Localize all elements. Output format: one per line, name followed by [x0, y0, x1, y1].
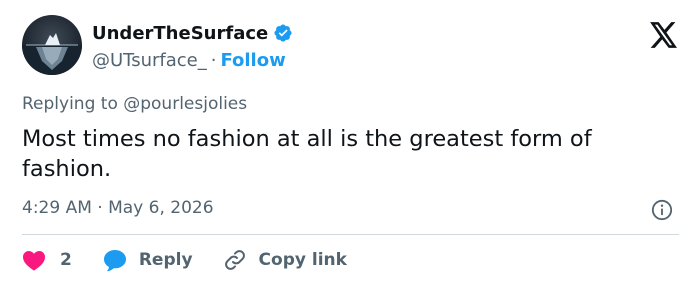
info-icon[interactable] [651, 199, 673, 221]
copy-link-button[interactable]: Copy link [223, 248, 347, 272]
avatar[interactable] [22, 15, 82, 75]
divider [22, 234, 679, 235]
reply-bubble-icon [103, 249, 126, 271]
link-icon [224, 250, 245, 270]
verified-badge-icon [274, 24, 292, 42]
replying-to-text[interactable]: Replying to @pourlesjolies [22, 94, 247, 114]
handle[interactable]: @UTsurface_ [92, 50, 207, 71]
account-name-row: UnderTheSurface [92, 21, 293, 45]
display-name[interactable]: UnderTheSurface [92, 23, 268, 44]
like-count: 2 [60, 250, 72, 270]
reply-label: Reply [138, 250, 193, 270]
handle-row: @UTsurface_ · Follow [92, 48, 286, 72]
separator-dot: · [210, 49, 217, 71]
iceberg-icon [22, 33, 82, 75]
timestamp[interactable]: 4:29 AM · May 6, 2026 [22, 198, 214, 218]
reply-button[interactable]: Reply [103, 249, 193, 272]
like-button[interactable]: 2 [22, 249, 72, 271]
tweet-text: Most times no fashion at all is the grea… [22, 126, 592, 182]
x-logo-icon[interactable] [650, 22, 678, 48]
heart-icon [23, 251, 45, 271]
action-bar: 2 Reply Copy link [22, 246, 347, 274]
follow-button[interactable]: Follow [220, 50, 285, 71]
copy-link-label: Copy link [258, 250, 347, 270]
